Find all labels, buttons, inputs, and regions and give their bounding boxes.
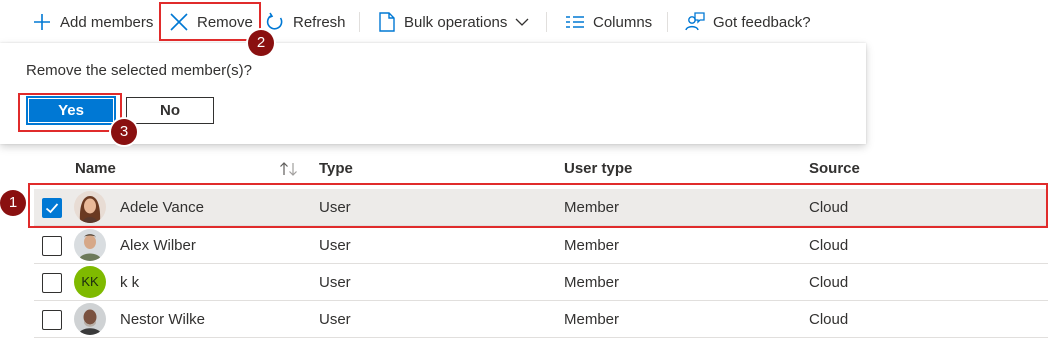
columns-label: Columns bbox=[593, 13, 653, 31]
table-row[interactable]: KK k k User Member Cloud bbox=[34, 264, 1048, 301]
no-button[interactable]: No bbox=[126, 97, 214, 124]
row-checkbox[interactable] bbox=[42, 310, 62, 330]
feedback-label: Got feedback? bbox=[713, 13, 811, 31]
close-icon bbox=[170, 13, 188, 31]
toolbar-divider bbox=[667, 12, 668, 32]
sort-icon[interactable] bbox=[279, 161, 299, 177]
member-name: Nestor Wilke bbox=[120, 311, 206, 328]
chevron-down-icon bbox=[515, 18, 529, 26]
avatar: KK bbox=[74, 266, 106, 298]
member-user-type: Member bbox=[564, 274, 620, 291]
avatar bbox=[74, 303, 106, 335]
confirmation-message: Remove the selected member(s)? bbox=[26, 62, 252, 79]
bulk-operations-button[interactable]: Bulk operations bbox=[378, 0, 529, 44]
member-type: User bbox=[319, 237, 351, 254]
member-source: Cloud bbox=[809, 199, 849, 216]
member-type: User bbox=[319, 274, 351, 291]
toolbar-divider bbox=[546, 12, 547, 32]
column-header-source[interactable]: Source bbox=[809, 150, 860, 188]
add-members-button[interactable]: Add members bbox=[32, 0, 153, 44]
table-row[interactable]: Nestor Wilke User Member Cloud bbox=[34, 301, 1048, 338]
refresh-icon bbox=[266, 12, 283, 30]
step-badge-1: 1 bbox=[0, 190, 26, 216]
refresh-button[interactable]: Refresh bbox=[265, 0, 346, 44]
columns-icon bbox=[566, 16, 584, 28]
step-badge-2: 2 bbox=[248, 30, 274, 56]
member-user-type: Member bbox=[564, 237, 620, 254]
step-badge-3: 3 bbox=[111, 119, 137, 145]
checkmark-icon bbox=[45, 203, 59, 214]
yes-button[interactable]: Yes bbox=[26, 96, 116, 125]
avatar bbox=[74, 191, 106, 223]
member-source: Cloud bbox=[809, 311, 849, 328]
command-bar: Add members Remove Refresh Bulk operatio… bbox=[0, 0, 1052, 44]
member-user-type: Member bbox=[564, 311, 620, 328]
columns-button[interactable]: Columns bbox=[565, 0, 652, 44]
feedback-button[interactable]: Got feedback? bbox=[685, 0, 811, 44]
document-icon bbox=[379, 12, 395, 32]
row-checkbox[interactable] bbox=[42, 236, 62, 256]
member-name: k k bbox=[120, 274, 140, 291]
toolbar-divider bbox=[359, 12, 360, 32]
row-checkbox[interactable] bbox=[42, 273, 62, 293]
bulk-operations-label: Bulk operations bbox=[404, 13, 508, 31]
member-name: Alex Wilber bbox=[120, 237, 196, 254]
column-header-name[interactable]: Name bbox=[75, 150, 116, 188]
table-row[interactable]: Alex Wilber User Member Cloud bbox=[34, 227, 1048, 264]
member-user-type: Member bbox=[564, 199, 620, 216]
member-source: Cloud bbox=[809, 237, 849, 254]
remove-label: Remove bbox=[197, 13, 253, 31]
refresh-label: Refresh bbox=[293, 13, 346, 31]
member-type: User bbox=[319, 199, 351, 216]
member-type: User bbox=[319, 311, 351, 328]
table-row[interactable]: Adele Vance User Member Cloud bbox=[34, 189, 1048, 226]
column-header-user-type[interactable]: User type bbox=[564, 150, 632, 188]
plus-icon bbox=[34, 14, 50, 30]
remove-button[interactable]: Remove bbox=[169, 0, 253, 44]
feedback-icon bbox=[685, 12, 705, 31]
row-checkbox[interactable] bbox=[42, 198, 62, 218]
avatar bbox=[74, 229, 106, 261]
member-source: Cloud bbox=[809, 274, 849, 291]
member-name: Adele Vance bbox=[120, 199, 204, 216]
column-header-type[interactable]: Type bbox=[319, 150, 353, 188]
add-members-label: Add members bbox=[60, 13, 154, 31]
